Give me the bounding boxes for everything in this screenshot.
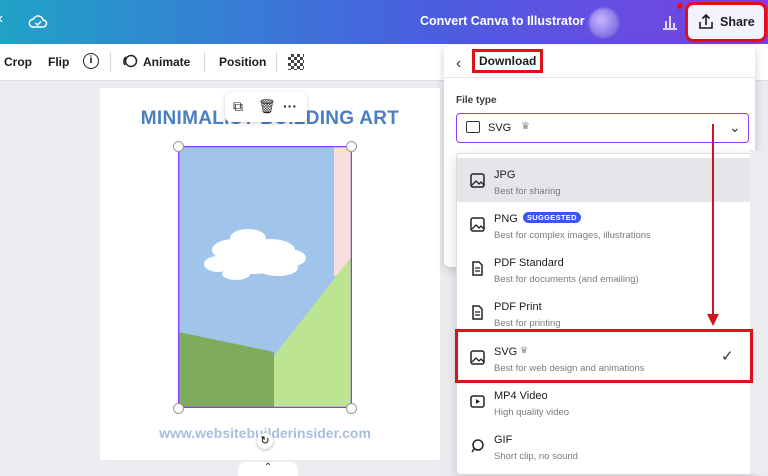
option-desc: Short clip, no sound: [494, 451, 578, 462]
option-name: PDF Print: [494, 301, 542, 313]
image-icon: [470, 217, 485, 232]
info-icon[interactable]: i: [83, 53, 99, 69]
animate-icon[interactable]: [121, 53, 138, 70]
share-button[interactable]: Share: [685, 2, 767, 42]
position-button[interactable]: Position: [219, 55, 266, 69]
document-icon: [472, 305, 483, 320]
suggested-badge: SUGGESTED: [523, 212, 581, 223]
flip-button[interactable]: Flip: [48, 55, 69, 69]
panel-divider: [444, 77, 755, 78]
option-desc: Best for complex images, illustrations: [494, 230, 651, 241]
crown-icon: ♛: [521, 121, 530, 132]
option-desc: High quality video: [494, 407, 569, 418]
resize-handle[interactable]: [173, 403, 184, 414]
image-icon: [470, 350, 485, 365]
crown-icon: ♛: [520, 345, 529, 355]
image-icon: [470, 173, 485, 188]
checkmark-icon: ✓: [721, 348, 734, 365]
annotation-dot: [677, 3, 683, 9]
share-upload-icon: [699, 13, 713, 29]
file-type-label: File type: [456, 95, 497, 106]
avatar[interactable]: [589, 8, 619, 38]
toolbar-divider: [110, 52, 111, 72]
option-name: GIF: [494, 434, 513, 446]
gif-icon: [471, 439, 484, 453]
video-icon: [470, 395, 485, 408]
image-icon: [466, 121, 480, 133]
option-name: PDF Standard: [494, 257, 564, 269]
scroll-area: [750, 150, 768, 473]
option-name: MP4 Video: [494, 390, 548, 402]
option-svg[interactable]: SVG ♛ Best for web design and animations…: [457, 335, 752, 379]
annotation-arrow-icon: [707, 124, 719, 326]
option-desc: Best for sharing: [494, 186, 561, 197]
duplicate-icon[interactable]: ⧉: [233, 98, 243, 115]
toolbar-divider: [276, 52, 277, 72]
option-name: JPG: [494, 169, 516, 181]
resize-handle[interactable]: [346, 141, 357, 152]
option-desc: Best for documents (and emailing): [494, 274, 639, 285]
document-title[interactable]: Convert Canva to Illustrator: [420, 14, 585, 28]
option-mp4[interactable]: MP4 Video High quality video: [457, 379, 752, 423]
document-icon: [472, 261, 483, 276]
animate-button[interactable]: Animate: [143, 55, 190, 69]
share-label: Share: [720, 15, 755, 29]
trash-icon[interactable]: 🗑: [258, 98, 276, 115]
transparency-icon[interactable]: [288, 54, 304, 70]
option-desc: Best for printing: [494, 318, 561, 329]
back-arrow-icon[interactable]: ‹: [456, 55, 461, 73]
file-type-value: SVG: [488, 122, 512, 134]
chevron-down-icon: ⌄: [729, 119, 741, 135]
toolbar-divider: [204, 52, 205, 72]
rotate-handle-icon[interactable]: ↻: [257, 433, 273, 449]
building-artwork[interactable]: [178, 146, 352, 408]
element-quick-actions: ⧉ 🗑 ···: [225, 92, 307, 122]
more-options-icon[interactable]: ···: [283, 98, 297, 114]
resize-handle[interactable]: [173, 141, 184, 152]
download-title: Download: [471, 49, 544, 73]
resize-handle[interactable]: [346, 403, 357, 414]
option-gif[interactable]: GIF Short clip, no sound: [457, 423, 752, 467]
pages-toggle-tab[interactable]: ⌃: [238, 462, 298, 476]
option-name: SVG: [494, 346, 518, 358]
crop-button[interactable]: Crop: [4, 55, 32, 69]
option-desc: Best for web design and animations: [494, 363, 645, 374]
cloud-saved-icon[interactable]: [28, 12, 48, 32]
chevron-left-icon[interactable]: ‹: [0, 10, 3, 28]
option-name: PNG: [494, 213, 518, 225]
insights-icon[interactable]: [660, 12, 680, 32]
top-bar: ‹ Convert Canva to Illustrator Share: [0, 0, 768, 44]
